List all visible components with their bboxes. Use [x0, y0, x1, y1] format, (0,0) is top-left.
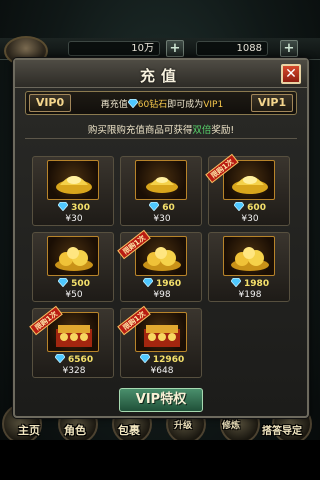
- item-diamond-amount: 6560: [33, 354, 115, 365]
- bottom-bar: [0, 440, 320, 480]
- diamond-icon: [234, 202, 245, 211]
- diamond-icon: [142, 278, 153, 287]
- notice-highlight: 双倍: [192, 125, 212, 136]
- gold-ingot-icon: [47, 160, 99, 200]
- item-diamond-amount: 300: [33, 202, 115, 213]
- item-price: ¥30: [241, 214, 259, 224]
- item-diamond-amount: 1980: [209, 278, 291, 289]
- need-target: VIP1: [203, 100, 224, 110]
- diamond-icon: [58, 278, 69, 287]
- item-diamonds: 500: [71, 279, 90, 289]
- diamond-icon: [149, 202, 160, 211]
- need-prefix: 再充值: [100, 100, 128, 110]
- close-button[interactable]: ✕: [281, 64, 301, 84]
- recharge-dialog: 充值 ✕ VIP0 再充值 60钻石即可成为VIP1 VIP1 购买限购充值商品可…: [13, 58, 309, 418]
- nav-home[interactable]: 主页: [18, 422, 40, 440]
- gold-counter: 10万: [68, 41, 160, 56]
- divider: [25, 138, 297, 139]
- recharge-item[interactable]: 限购1次 600 ¥30: [205, 153, 291, 226]
- gold-pile-icon: [47, 236, 99, 276]
- double-reward-notice: 购买限购充值商品可获得双倍奖励!: [25, 122, 297, 136]
- item-price: ¥30: [65, 214, 83, 224]
- need-amount: 60钻石: [137, 100, 168, 110]
- diamond-icon: [230, 278, 241, 287]
- diamond-counter: 1088: [196, 41, 268, 56]
- item-diamonds: 1980: [244, 279, 270, 289]
- item-diamonds: 6560: [68, 355, 94, 365]
- nav-upgrade[interactable]: 升级: [174, 418, 192, 436]
- recharge-item[interactable]: 500 ¥50: [32, 232, 114, 302]
- item-diamond-amount: 600: [209, 202, 291, 213]
- nav-bag[interactable]: 包裹: [118, 422, 140, 440]
- nav-more[interactable]: 搭答导定: [262, 422, 302, 440]
- item-price: ¥30: [153, 214, 171, 224]
- vip-progress-banner: VIP0 再充值 60钻石即可成为VIP1 VIP1: [25, 91, 297, 115]
- item-diamond-amount: 500: [33, 278, 115, 289]
- item-price: ¥98: [153, 290, 171, 300]
- item-price: ¥328: [62, 366, 86, 376]
- item-diamonds: 1960: [156, 279, 182, 289]
- nav-train[interactable]: 修炼: [222, 418, 240, 436]
- notice-suffix: 奖励!: [211, 125, 235, 136]
- item-diamond-amount: 1960: [121, 278, 203, 289]
- nav-character[interactable]: 角色: [64, 422, 86, 440]
- item-diamonds: 12960: [152, 355, 185, 365]
- recharge-item[interactable]: 60 ¥30: [120, 156, 202, 226]
- item-diamond-amount: 60: [121, 202, 203, 213]
- vip-privileges-button[interactable]: VIP特权: [119, 388, 203, 412]
- vip-current-badge: VIP0: [29, 94, 71, 112]
- item-price: ¥648: [150, 366, 174, 376]
- notice-prefix: 购买限购充值商品可获得: [87, 125, 193, 136]
- resource-bar: [0, 38, 320, 60]
- recharge-item[interactable]: 300 ¥30: [32, 156, 114, 226]
- diamond-icon: [127, 99, 138, 108]
- item-diamonds: 60: [162, 203, 175, 213]
- recharge-item[interactable]: 限购1次 6560 ¥328: [29, 305, 115, 378]
- recharge-item[interactable]: 限购1次 12960 ¥648: [117, 305, 203, 378]
- item-diamonds: 300: [71, 203, 90, 213]
- vip-requirement-text: 再充值 60钻石即可成为VIP1: [78, 97, 246, 110]
- diamond-icon: [58, 202, 69, 211]
- item-price: ¥50: [65, 290, 83, 300]
- diamond-icon: [54, 354, 65, 363]
- item-diamonds: 600: [247, 203, 266, 213]
- item-price: ¥198: [238, 290, 262, 300]
- add-gold-button[interactable]: +: [166, 40, 184, 57]
- vip-next-badge: VIP1: [251, 94, 293, 112]
- recharge-item[interactable]: 1980 ¥198: [208, 232, 290, 302]
- add-diamond-button[interactable]: +: [280, 40, 298, 57]
- gold-pile-icon: [223, 236, 275, 276]
- item-diamond-amount: 12960: [121, 354, 203, 365]
- diamond-icon: [139, 354, 150, 363]
- recharge-item[interactable]: 限购1次 1960 ¥98: [117, 229, 203, 302]
- need-mid: 即可成为: [167, 100, 204, 110]
- gold-ingot-icon: [135, 160, 187, 200]
- dialog-title: 充值: [139, 67, 182, 85]
